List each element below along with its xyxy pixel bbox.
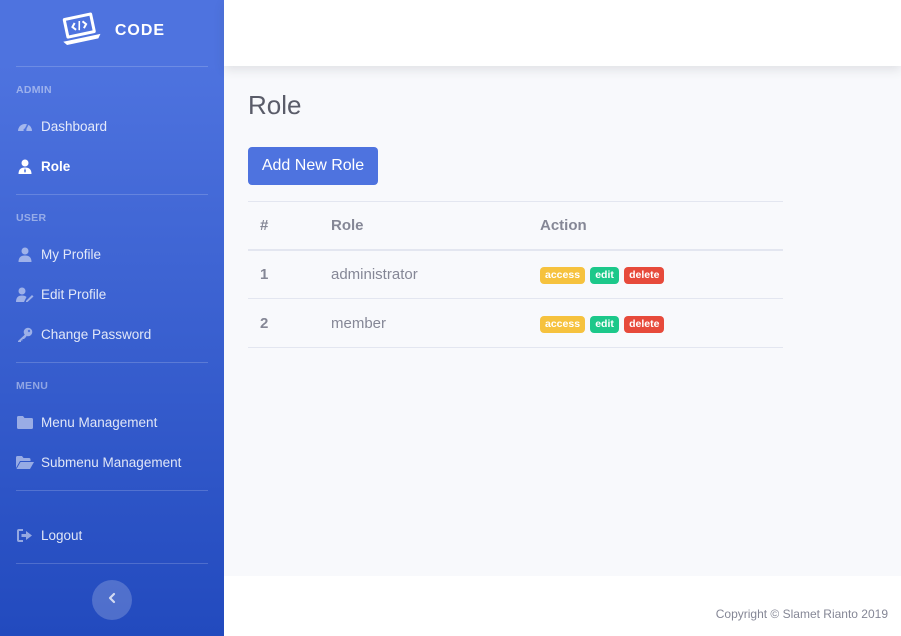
sidebar-item-submenu-management[interactable]: Submenu Management bbox=[16, 451, 208, 473]
user-edit-icon bbox=[16, 286, 34, 302]
column-header-action: Action bbox=[528, 201, 783, 251]
app: CODE ADMIN Dashboard Role USER My Profil… bbox=[0, 0, 901, 636]
sidebar-item-role[interactable]: Role bbox=[16, 155, 208, 177]
sidebar: CODE ADMIN Dashboard Role USER My Profil… bbox=[0, 0, 224, 636]
sidebar-item-label: Role bbox=[41, 158, 71, 174]
sidebar-item-dashboard[interactable]: Dashboard bbox=[16, 115, 208, 137]
sidebar-item-menu-management[interactable]: Menu Management bbox=[16, 411, 208, 433]
key-icon bbox=[16, 326, 34, 342]
row-number: 2 bbox=[248, 298, 319, 348]
role-name: administrator bbox=[319, 249, 528, 299]
sidebar-item-my-profile[interactable]: My Profile bbox=[16, 243, 208, 265]
sidebar-brand[interactable]: CODE bbox=[0, 0, 224, 62]
delete-button[interactable]: delete bbox=[624, 266, 665, 284]
sidebar-item-edit-profile[interactable]: Edit Profile bbox=[16, 283, 208, 305]
brand-name: CODE bbox=[114, 22, 166, 39]
sidebar-item-logout[interactable]: Logout bbox=[16, 524, 208, 546]
sidebar-divider bbox=[16, 362, 208, 363]
roles-table: # Role Action 1 administrator access edi… bbox=[248, 201, 783, 348]
table-row: 2 member access edit delete bbox=[248, 298, 783, 348]
access-button[interactable]: access bbox=[540, 266, 586, 284]
sidebar-heading-user: USER bbox=[16, 212, 47, 224]
edit-button[interactable]: edit bbox=[590, 266, 619, 284]
main-content: Role Add New Role # Role Action 1 admini… bbox=[224, 66, 901, 576]
sidebar-divider bbox=[16, 194, 208, 195]
topbar bbox=[224, 0, 901, 66]
page-title: Role bbox=[248, 90, 302, 120]
folder-icon bbox=[16, 414, 34, 430]
sign-out-icon bbox=[16, 527, 34, 543]
sidebar-item-label: Change Password bbox=[41, 326, 152, 342]
sidebar-item-label: Edit Profile bbox=[41, 286, 107, 302]
sidebar-item-change-password[interactable]: Change Password bbox=[16, 323, 208, 345]
role-name: member bbox=[319, 298, 528, 348]
folder-open-icon bbox=[16, 454, 34, 470]
tachometer-icon bbox=[16, 118, 34, 134]
access-button[interactable]: access bbox=[540, 315, 586, 333]
row-number: 1 bbox=[248, 249, 319, 299]
user-icon bbox=[16, 246, 34, 262]
footer: Copyright © Slamet Rianto 2019 bbox=[224, 576, 901, 636]
table-row: 1 administrator access edit delete bbox=[248, 249, 783, 299]
table-header-row: # Role Action bbox=[248, 201, 783, 251]
add-new-role-button[interactable]: Add New Role bbox=[248, 147, 378, 185]
sidebar-divider bbox=[16, 563, 208, 564]
sidebar-item-label: Dashboard bbox=[41, 118, 108, 134]
laptop-code-icon bbox=[59, 11, 101, 52]
user-tie-icon bbox=[16, 158, 34, 174]
copyright-text: Copyright © Slamet Rianto 2019 bbox=[715, 607, 888, 621]
edit-button[interactable]: edit bbox=[590, 315, 619, 333]
sidebar-item-label: Menu Management bbox=[41, 414, 158, 430]
row-actions: access edit delete bbox=[528, 298, 783, 348]
chevron-left-icon bbox=[107, 591, 117, 609]
sidebar-heading-admin: ADMIN bbox=[16, 84, 52, 96]
sidebar-item-label: My Profile bbox=[41, 246, 102, 262]
sidebar-item-label: Submenu Management bbox=[41, 454, 182, 470]
sidebar-toggle-button[interactable] bbox=[92, 580, 132, 620]
column-header-role: Role bbox=[319, 201, 528, 251]
delete-button[interactable]: delete bbox=[624, 315, 665, 333]
row-actions: access edit delete bbox=[528, 249, 783, 299]
sidebar-item-label: Logout bbox=[41, 527, 83, 543]
sidebar-divider bbox=[16, 490, 208, 491]
sidebar-heading-menu: MENU bbox=[16, 380, 49, 392]
column-header-number: # bbox=[248, 201, 319, 251]
sidebar-divider bbox=[16, 66, 208, 67]
